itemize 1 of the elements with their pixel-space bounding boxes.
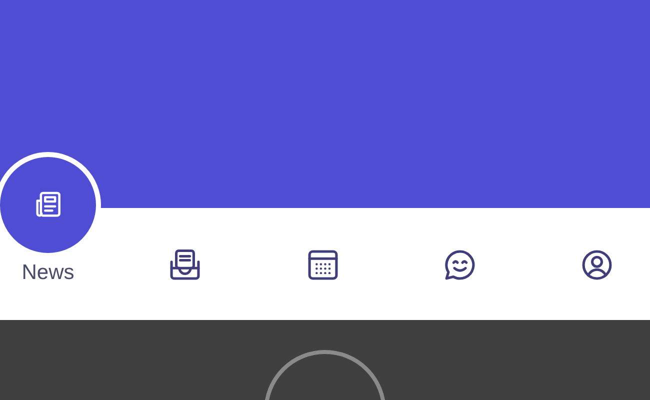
tab-label: News — [22, 261, 74, 285]
